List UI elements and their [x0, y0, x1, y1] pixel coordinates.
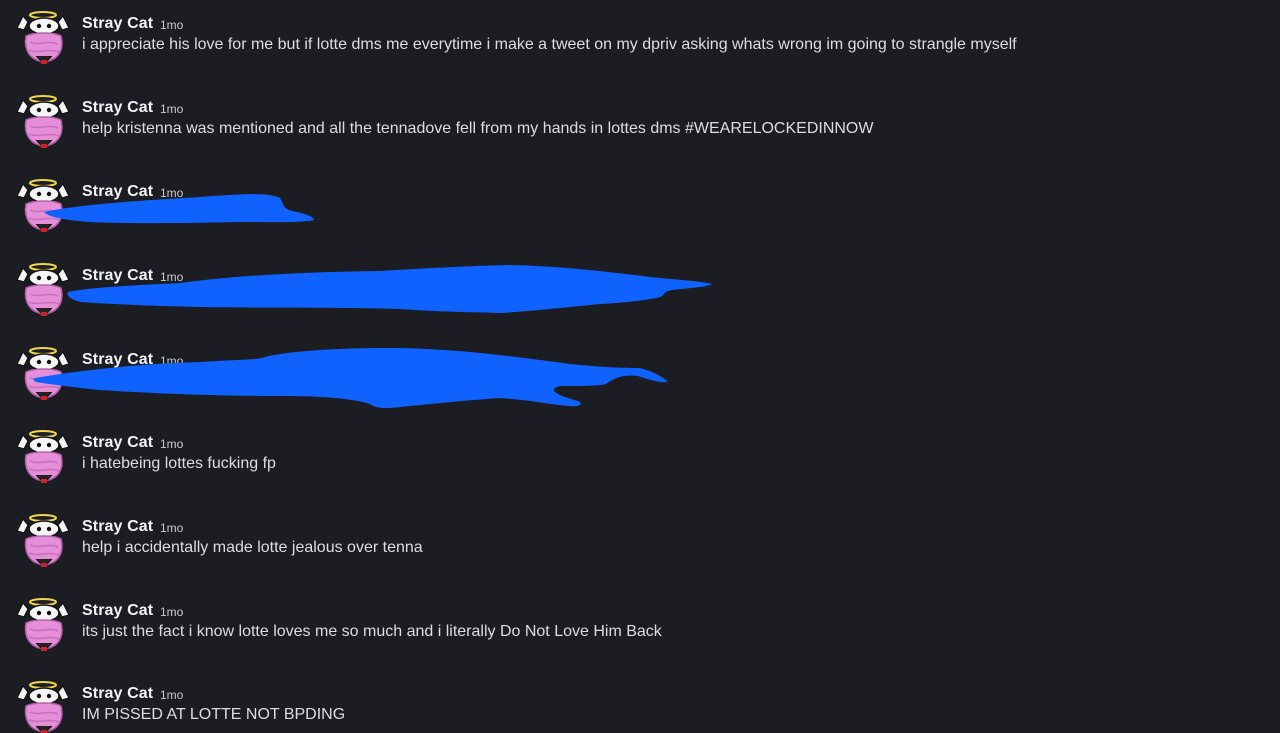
- message-item: Stray Cat 1mo: [0, 338, 1280, 401]
- message-item: Stray Cat 1mo help kristenna was mention…: [0, 86, 1280, 149]
- message-timestamp: 1mo: [160, 102, 184, 116]
- message-text: its just the fact i know lotte loves me …: [82, 623, 662, 640]
- angel-cat-avatar-icon[interactable]: [14, 10, 72, 68]
- message-item: Stray Cat 1mo help i accidentally made l…: [0, 505, 1280, 568]
- message-item: Stray Cat 1mo: [0, 170, 1280, 233]
- angel-cat-avatar-icon[interactable]: [14, 597, 72, 655]
- message-text: IM PISSED AT LOTTE NOT BPDING: [82, 706, 346, 723]
- message-feed: Stray Cat 1mo i appreciate his love for …: [0, 0, 1280, 733]
- message-author[interactable]: Stray Cat: [82, 267, 153, 285]
- message-text: i hatebeing lottes fucking fp: [82, 455, 276, 472]
- message-author[interactable]: Stray Cat: [82, 518, 153, 536]
- message-item: Stray Cat 1mo IM PISSED AT LOTTE NOT BPD…: [0, 672, 1280, 733]
- message-timestamp: 1mo: [160, 605, 184, 619]
- message-author[interactable]: Stray Cat: [82, 183, 153, 201]
- angel-cat-avatar-icon[interactable]: [14, 429, 72, 487]
- angel-cat-avatar-icon[interactable]: [14, 346, 72, 404]
- message-item: Stray Cat 1mo: [0, 254, 1280, 317]
- message-text: help i accidentally made lotte jealous o…: [82, 539, 423, 556]
- message-author[interactable]: Stray Cat: [82, 351, 153, 369]
- message-timestamp: 1mo: [160, 270, 184, 284]
- message-item: Stray Cat 1mo i hatebeing lottes fucking…: [0, 421, 1280, 484]
- angel-cat-avatar-icon[interactable]: [14, 178, 72, 236]
- message-item: Stray Cat 1mo its just the fact i know l…: [0, 589, 1280, 652]
- message-author[interactable]: Stray Cat: [82, 434, 153, 452]
- message-timestamp: 1mo: [160, 521, 184, 535]
- angel-cat-avatar-icon[interactable]: [14, 94, 72, 152]
- message-timestamp: 1mo: [160, 18, 184, 32]
- message-author[interactable]: Stray Cat: [82, 602, 153, 620]
- message-timestamp: 1mo: [160, 688, 184, 702]
- message-author[interactable]: Stray Cat: [82, 685, 153, 703]
- angel-cat-avatar-icon[interactable]: [14, 262, 72, 320]
- message-author[interactable]: Stray Cat: [82, 15, 153, 33]
- message-timestamp: 1mo: [160, 186, 184, 200]
- message-item: Stray Cat 1mo i appreciate his love for …: [0, 2, 1280, 65]
- message-timestamp: 1mo: [160, 437, 184, 451]
- message-timestamp: 1mo: [160, 354, 184, 368]
- message-text: help kristenna was mentioned and all the…: [82, 120, 874, 137]
- angel-cat-avatar-icon[interactable]: [14, 680, 72, 733]
- angel-cat-avatar-icon[interactable]: [14, 513, 72, 571]
- message-author[interactable]: Stray Cat: [82, 99, 153, 117]
- message-text: i appreciate his love for me but if lott…: [82, 36, 1017, 53]
